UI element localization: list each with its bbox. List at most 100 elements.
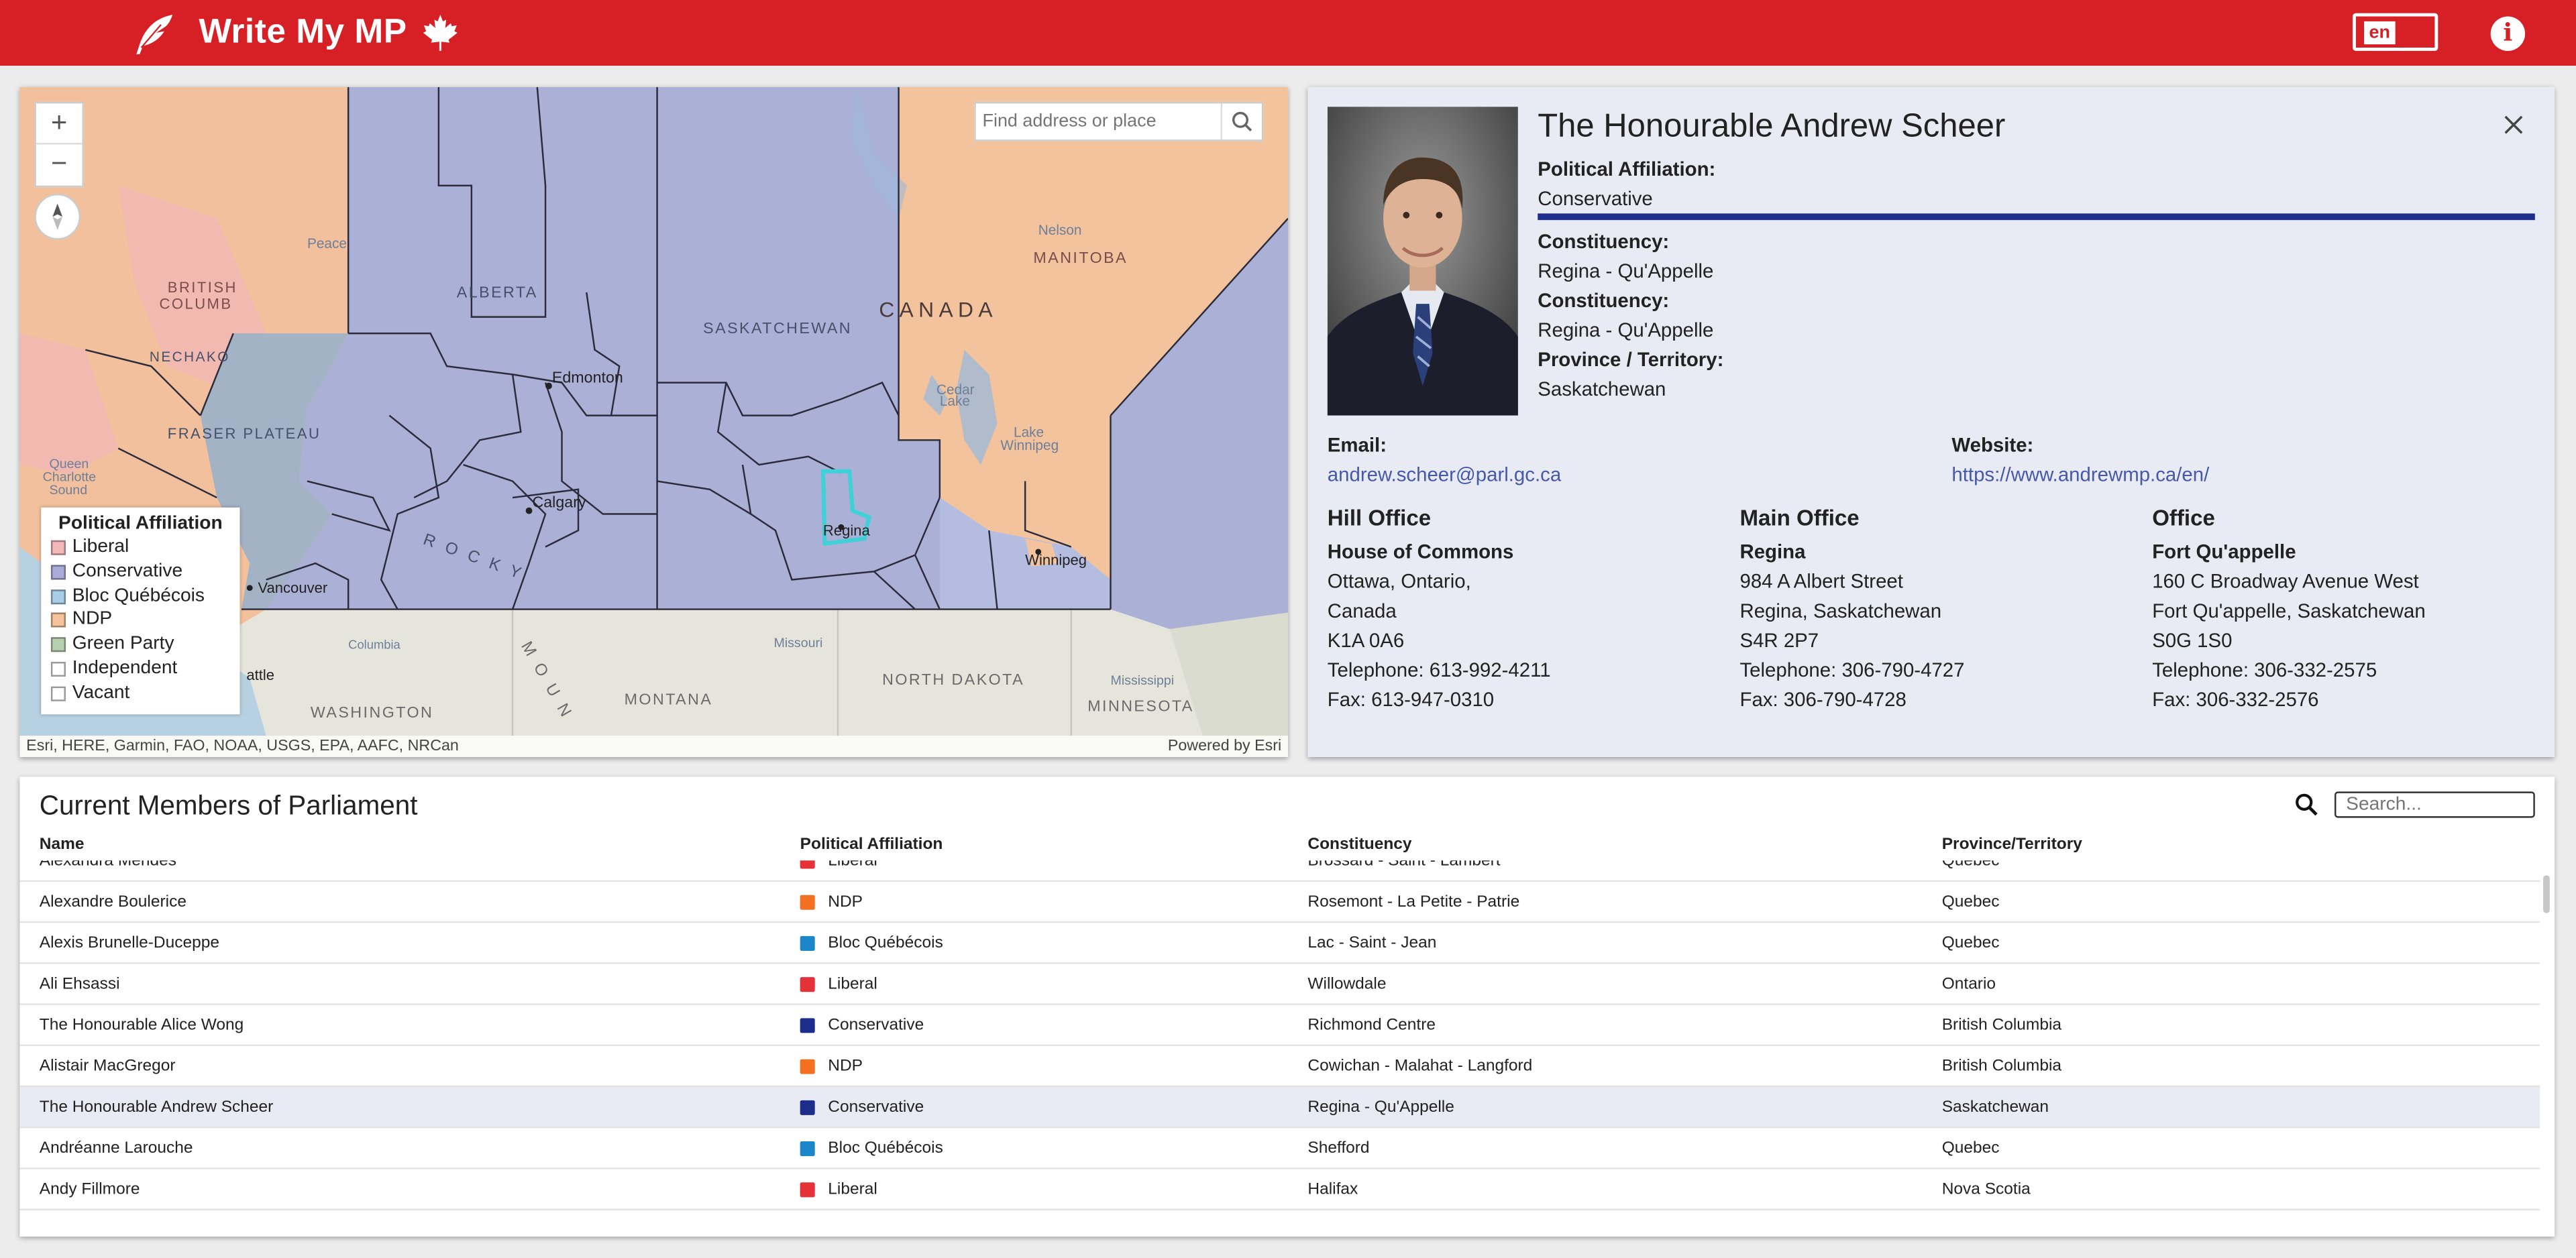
cell-name: Ali Ehsassi <box>39 975 120 994</box>
language-label: en <box>2364 21 2396 45</box>
legend-swatch <box>50 637 66 652</box>
column-header-name[interactable]: Name <box>40 836 85 854</box>
cell-name: Alexandre Boulerice <box>39 893 186 912</box>
party-color-dot <box>800 895 815 910</box>
map-attribution: Esri, HERE, Garmin, FAO, NOAA, USGS, EPA… <box>19 736 1289 757</box>
cell-affiliation: Liberal <box>828 1180 877 1199</box>
cell-province: Quebec <box>1941 934 2000 953</box>
constituency-label-2: Constituency: <box>1538 289 1670 312</box>
mp-detail-panel: The Honourable Andrew Scheer Political A… <box>1307 87 2555 757</box>
map-search-button[interactable] <box>1220 103 1262 140</box>
app-title[interactable]: Write My MP <box>199 13 407 53</box>
top-bar: Write My MP en i <box>0 0 2576 66</box>
cell-province: Nova Scotia <box>1941 1180 2031 1199</box>
table-title: Current Members of Parliament <box>39 791 418 821</box>
compass-icon[interactable] <box>34 193 81 240</box>
map-label-mississippi: Mississippi <box>1111 673 1175 688</box>
cell-name: Andy Fillmore <box>39 1180 140 1199</box>
mp-name: The Honourable Andrew Scheer <box>1538 108 2006 145</box>
office-line: Canada <box>1327 599 1397 623</box>
email-link[interactable]: andrew.scheer@parl.gc.ca <box>1328 463 1561 486</box>
zoom-out-button[interactable]: − <box>36 143 83 184</box>
map-panel[interactable]: CANADA ALBERTA SASKATCHEWAN MANITOBA BRI… <box>19 87 1289 757</box>
maple-leaf-icon <box>423 15 458 51</box>
cell-constituency: Shefford <box>1307 1139 1370 1158</box>
legend-swatch <box>50 613 66 628</box>
office-line: 984 A Albert Street <box>1739 569 1903 593</box>
feather-quill-icon <box>136 15 173 54</box>
table-row[interactable]: Alexis Brunelle-Duceppe Bloc Québécois L… <box>19 921 2540 964</box>
office-line: K1A 0A6 <box>1327 628 1405 652</box>
map-search-input[interactable] <box>975 103 1223 140</box>
table-row[interactable]: The Honourable Alice Wong Conservative R… <box>19 1003 2540 1046</box>
legend-item-independent: Independent <box>41 657 239 681</box>
table-row[interactable]: Alexandre Boulerice NDP Rosemont - La Pe… <box>19 880 2540 923</box>
party-color-dot <box>800 1059 815 1074</box>
cell-province: Saskatchewan <box>1941 1098 2049 1117</box>
table-row[interactable]: Andréanne Larouche Bloc Québécois Sheffo… <box>19 1127 2540 1169</box>
legend-label: Green Party <box>72 634 174 654</box>
website-label: Website: <box>1951 433 2034 457</box>
party-color-dot <box>800 1182 815 1198</box>
legend-item-ndp: NDP <box>41 608 239 632</box>
map-label-peace: Peace <box>307 236 347 251</box>
cell-constituency: Brossard - Saint - Lambert <box>1307 860 1501 870</box>
office-line: Ottawa, Ontario, <box>1327 569 1471 593</box>
legend-label: Independent <box>72 659 178 679</box>
cell-affiliation: Bloc Québécois <box>828 1139 943 1158</box>
party-color-bar <box>1538 213 2535 221</box>
map-label-alberta: ALBERTA <box>457 283 538 300</box>
legend-swatch <box>50 686 66 701</box>
legend-item-conservative: Conservative <box>41 560 239 584</box>
legend-label: NDP <box>72 610 113 630</box>
office-telephone: Telephone: 613-992-4211 <box>1327 659 1551 682</box>
office-name: House of Commons <box>1327 540 1514 564</box>
office-line: 160 C Broadway Avenue West <box>2152 569 2419 593</box>
close-icon[interactable] <box>2504 115 2523 134</box>
language-toggle[interactable]: en <box>2352 13 2438 51</box>
office-fax: Fax: 613-947-0310 <box>1327 688 1495 711</box>
table-row[interactable]: Alistair MacGregor NDP Cowichan - Malaha… <box>19 1044 2540 1088</box>
map-label-bc-1: BRITISH <box>168 279 237 296</box>
map-label-missouri: Missouri <box>773 636 822 650</box>
email-label: Email: <box>1327 433 1387 457</box>
cell-name: Alexis Brunelle-Duceppe <box>39 934 219 953</box>
cell-province: British Columbia <box>1941 1016 2062 1035</box>
legend-item-liberal: Liberal <box>41 535 239 559</box>
table-row-selected[interactable]: The Honourable Andrew Scheer Conservativ… <box>19 1085 2540 1129</box>
office-line: S4R 2P7 <box>1739 628 1819 652</box>
column-header-province[interactable]: Province/Territory <box>1942 836 2082 854</box>
cell-affiliation: Liberal <box>828 975 877 994</box>
map-label-regina: Regina <box>823 522 871 538</box>
table-search-input[interactable] <box>2334 791 2535 818</box>
zoom-controls: + − <box>34 101 84 188</box>
constituency-value: Regina - Qu'Appelle <box>1538 259 1714 283</box>
cell-constituency: Halifax <box>1307 1180 1358 1199</box>
office-telephone: Telephone: 306-790-4727 <box>1739 659 1965 682</box>
search-icon <box>1232 111 1252 131</box>
column-header-constituency[interactable]: Constituency <box>1307 836 1411 854</box>
cell-affiliation: Bloc Québécois <box>828 934 943 953</box>
table-row[interactable]: Andy Fillmore Liberal Halifax Nova Scoti… <box>19 1167 2540 1210</box>
table-row[interactable]: Alexandra Mendes Liberal Brossard - Sain… <box>19 860 2540 882</box>
cell-constituency: Richmond Centre <box>1307 1016 1436 1035</box>
cell-province: Quebec <box>1941 893 2000 912</box>
office-name: Regina <box>1739 540 1806 564</box>
cell-constituency: Cowichan - Malahat - Langford <box>1307 1057 1533 1076</box>
column-header-affiliation[interactable]: Political Affiliation <box>800 836 943 854</box>
website-link[interactable]: https://www.andrewmp.ca/en/ <box>1951 463 2209 486</box>
powered-by-esri[interactable]: Powered by Esri <box>1168 736 1281 757</box>
table-row[interactable]: Ali Ehsassi Liberal Willowdale Ontario <box>19 962 2540 1005</box>
office-line: S0G 1S0 <box>2152 628 2233 652</box>
search-icon[interactable] <box>2294 791 2320 817</box>
table-scrollbar[interactable] <box>2543 875 2550 913</box>
cell-name: The Honourable Alice Wong <box>39 1016 244 1035</box>
members-table-panel: Current Members of Parliament Name Polit… <box>19 777 2555 1237</box>
info-icon[interactable]: i <box>2490 16 2526 51</box>
legend-swatch <box>50 540 66 555</box>
cell-name: The Honourable Andrew Scheer <box>39 1098 274 1117</box>
party-color-dot <box>800 1018 815 1033</box>
zoom-in-button[interactable]: + <box>36 103 83 143</box>
office-fax: Fax: 306-790-4728 <box>1739 688 1907 711</box>
map-label-columbia: Columbia <box>348 637 400 651</box>
